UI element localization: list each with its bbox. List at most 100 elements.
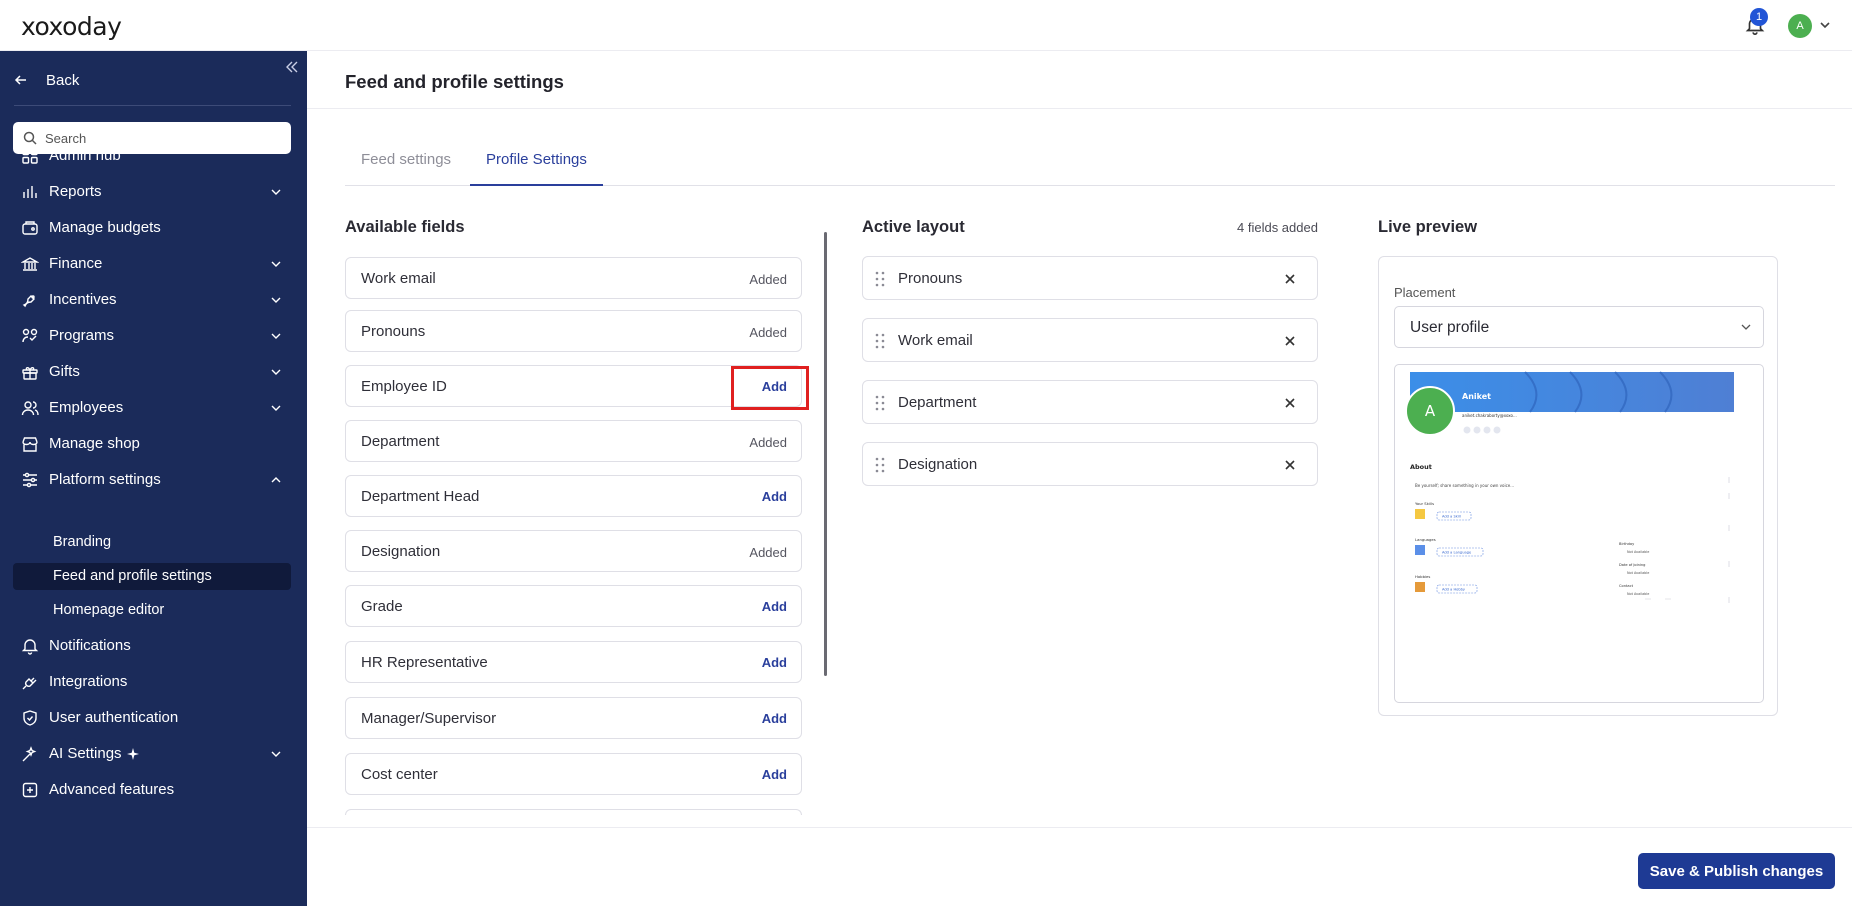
preview-name: Aniket: [1462, 392, 1491, 401]
drag-handle-icon[interactable]: [874, 332, 886, 350]
add-cost-center-button[interactable]: Add: [762, 767, 787, 782]
fields-count: 4 fields added: [1237, 220, 1318, 235]
active-field-name: Designation: [898, 456, 978, 473]
field-row-department: Department Added: [345, 420, 802, 462]
top-bar: xoxoday 1 A: [0, 0, 1852, 51]
fields-scrollbar[interactable]: [824, 232, 827, 676]
back-link[interactable]: Back: [14, 68, 79, 92]
chevron-down-icon: [271, 297, 281, 303]
sidebar-item-label: Reports: [49, 183, 102, 200]
close-icon[interactable]: [1283, 272, 1297, 286]
preview-add-language: Add a Language: [1442, 551, 1472, 555]
add-department-head-button[interactable]: Add: [762, 489, 787, 504]
bank-icon: [21, 257, 39, 271]
field-name: Designation: [361, 543, 441, 560]
active-field-designation[interactable]: Designation: [862, 442, 1318, 486]
preview-contact-value: Not Available: [1627, 592, 1649, 596]
preview-skills-label: Your Skills: [1415, 501, 1434, 506]
sidebar-item-manage-budgets[interactable]: Manage budgets: [0, 213, 307, 243]
sidebar-item-platform-settings[interactable]: Platform settings: [0, 465, 307, 495]
shop-icon: [22, 437, 38, 452]
close-icon[interactable]: [1283, 458, 1297, 472]
drag-handle-icon[interactable]: [874, 270, 886, 288]
sparkle-badge-icon: [127, 748, 139, 760]
plug-icon: [22, 677, 37, 690]
profile-preview-frame: A Aniket aniket.chakraborty@xoxo... Abou…: [1394, 364, 1764, 703]
sidebar-item-label: Integrations: [49, 673, 128, 690]
field-name: Grade: [361, 598, 403, 615]
field-row-department-head: Department Head Add: [345, 475, 802, 517]
sidebar-item-integrations[interactable]: Integrations: [0, 667, 307, 697]
sparkle-icon: [22, 746, 37, 762]
sidebar-item-label: User authentication: [49, 709, 179, 726]
save-publish-button[interactable]: Save & Publish changes: [1638, 853, 1835, 889]
shield-check-icon: [23, 710, 37, 726]
preview-birthday-label: Birthday: [1619, 542, 1635, 546]
field-row-manager-supervisor: Manager/Supervisor Add: [345, 697, 802, 739]
field-name: Department: [361, 433, 440, 450]
sidebar-item-employees[interactable]: Employees: [0, 393, 307, 423]
sidebar-item-ai-settings[interactable]: AI Settings: [0, 739, 307, 769]
active-field-name: Department: [898, 394, 977, 411]
plus-box-icon: [22, 782, 38, 798]
add-manager-supervisor-button[interactable]: Add: [762, 711, 787, 726]
app-logo[interactable]: xoxoday: [21, 12, 122, 41]
tab-profile-settings[interactable]: Profile Settings: [470, 143, 603, 186]
settings-tabs: Feed settings Profile Settings: [345, 143, 1835, 186]
sidebar-item-label: AI Settings: [49, 745, 122, 762]
active-layout-title: Active layout: [862, 218, 965, 236]
drag-handle-icon[interactable]: [874, 456, 886, 474]
sidebar-item-label: Manage shop: [49, 435, 140, 452]
collapse-sidebar-icon[interactable]: [284, 59, 300, 75]
tab-feed-settings[interactable]: Feed settings: [345, 143, 467, 186]
sidebar-item-label: Platform settings: [49, 471, 161, 488]
page-header: Feed and profile settings: [307, 51, 1852, 109]
sidebar-item-gifts[interactable]: Gifts: [0, 357, 307, 387]
field-row-designation: Designation Added: [345, 530, 802, 572]
close-icon[interactable]: [1283, 396, 1297, 410]
active-field-name: Pronouns: [898, 270, 963, 287]
sidebar-item-user-authentication[interactable]: User authentication: [0, 703, 307, 733]
chevron-down-icon: [271, 189, 281, 195]
preview-add-hobby: Add a Hobby: [1442, 588, 1466, 592]
sidebar-item-notifications[interactable]: Notifications: [0, 631, 307, 661]
highlight-box: [731, 366, 809, 410]
programs-icon: [22, 328, 38, 343]
preview-contact-label: Contact: [1619, 584, 1634, 588]
users-icon: [21, 401, 39, 416]
available-fields-title: Available fields: [345, 218, 465, 236]
add-grade-button[interactable]: Add: [762, 599, 787, 614]
close-icon[interactable]: [1283, 334, 1297, 348]
sidebar-item-admin-hub[interactable]: Admin hub: [0, 141, 307, 171]
sidebar-item-reports[interactable]: Reports: [0, 177, 307, 207]
chevron-down-icon[interactable]: [1818, 18, 1832, 32]
bell-icon: [21, 639, 39, 655]
added-label: Added: [749, 325, 787, 340]
placement-label: Placement: [1394, 285, 1456, 300]
chevron-down-icon: [271, 405, 281, 411]
drag-handle-icon[interactable]: [874, 394, 886, 412]
sidebar-item-advanced-features[interactable]: Advanced features: [0, 775, 307, 805]
sidebar-subitem-feed-profile-settings[interactable]: Feed and profile settings: [13, 563, 291, 590]
chevron-down-icon: [271, 261, 281, 267]
field-row-grade: Grade Add: [345, 585, 802, 627]
active-field-pronouns[interactable]: Pronouns: [862, 256, 1318, 300]
sidebar-item-finance[interactable]: Finance: [0, 249, 307, 279]
placement-select[interactable]: User profile: [1394, 306, 1764, 348]
added-label: Added: [749, 545, 787, 560]
chevron-down-icon: [271, 369, 281, 375]
sidebar-item-programs[interactable]: Programs: [0, 321, 307, 351]
sidebar-item-incentives[interactable]: Incentives: [0, 285, 307, 315]
preview-birthday-value: Not Available: [1627, 550, 1649, 554]
sidebar-subitem-branding[interactable]: Branding: [13, 529, 291, 556]
sidebar-subitem-homepage-editor[interactable]: Homepage editor: [13, 597, 291, 624]
user-avatar[interactable]: A: [1788, 14, 1812, 38]
chevron-down-icon: [1741, 324, 1751, 330]
add-hr-representative-button[interactable]: Add: [762, 655, 787, 670]
active-field-department[interactable]: Department: [862, 380, 1318, 424]
active-field-work-email[interactable]: Work email: [862, 318, 1318, 362]
sidebar-item-manage-shop[interactable]: Manage shop: [0, 429, 307, 459]
gift-icon: [22, 367, 38, 380]
page-footer: [307, 827, 1852, 906]
field-name: Manager/Supervisor: [361, 710, 497, 727]
